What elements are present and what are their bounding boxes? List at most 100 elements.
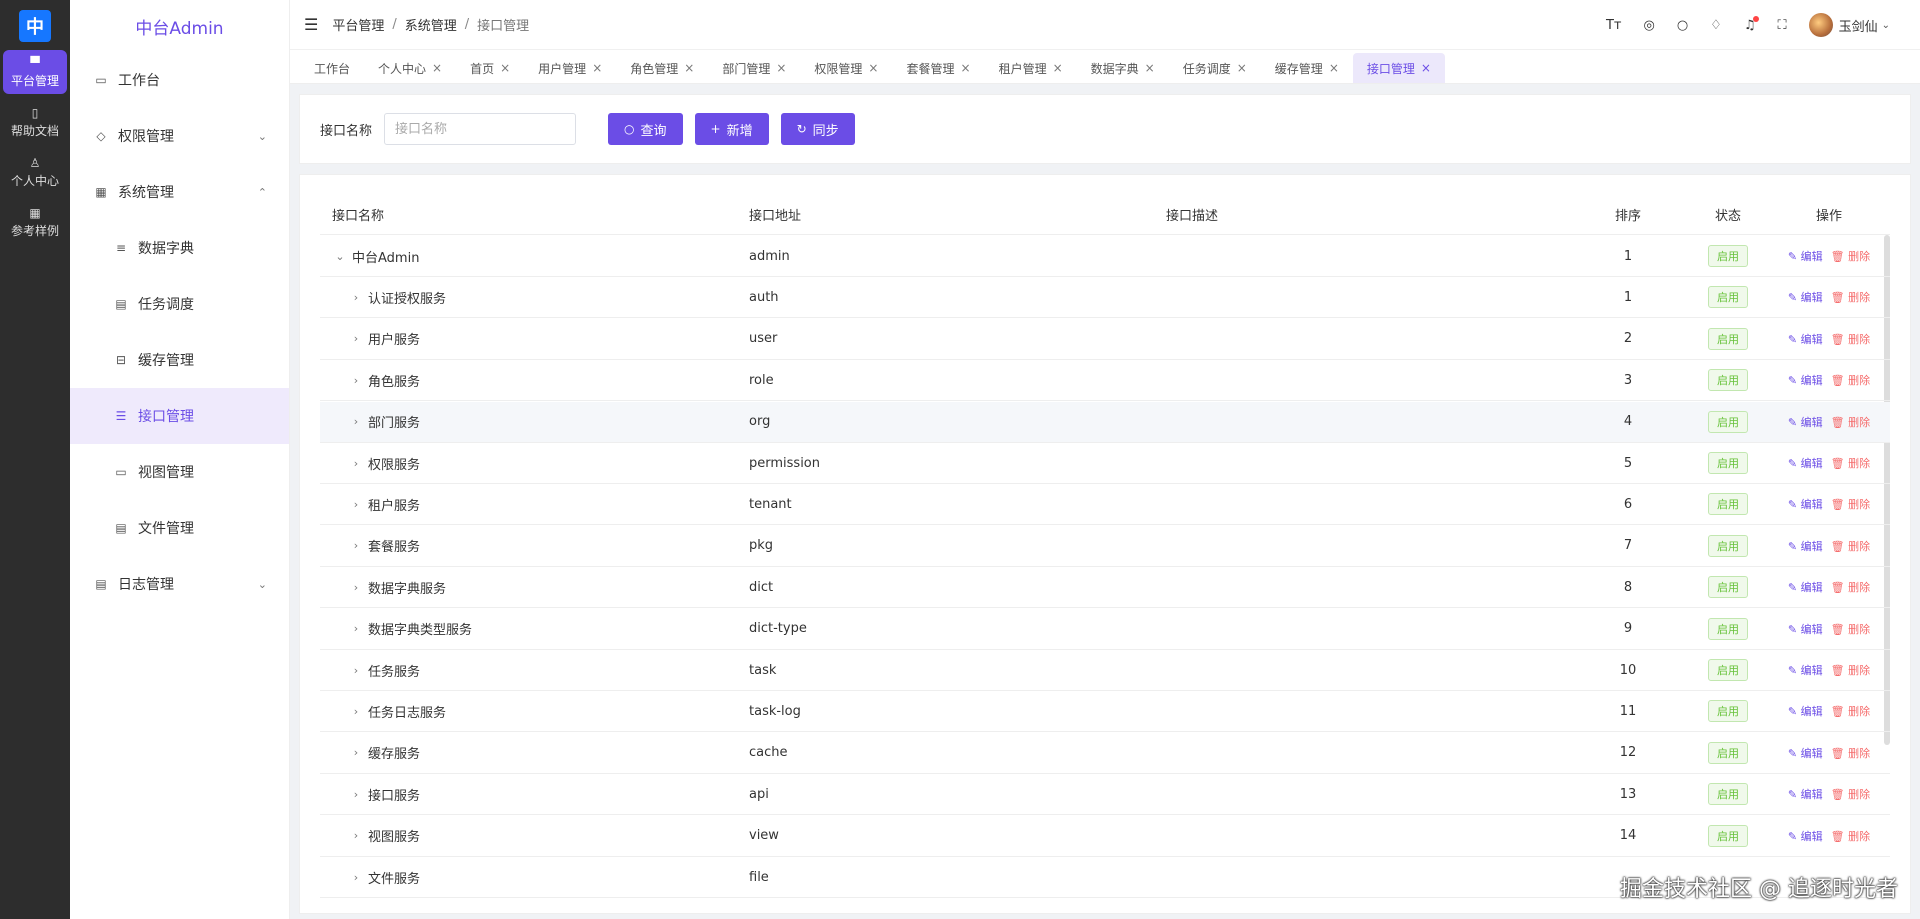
table-row[interactable]: › 缓存服务 cache 12 启用 ✎ 编辑 🗑 删除 [320,733,1890,774]
delete-button[interactable]: 🗑 删除 [1831,289,1870,305]
search-icon[interactable]: ○ [1677,18,1688,33]
shirt-icon[interactable]: ♢ [1710,18,1722,33]
edit-button[interactable]: ✎ 编辑 [1788,414,1823,430]
chevron-right-icon[interactable]: › [348,374,364,387]
bell-icon[interactable]: ♫ [1744,15,1760,33]
tab[interactable]: 首页 × [456,53,524,83]
edit-button[interactable]: ✎ 编辑 [1788,372,1823,388]
close-icon[interactable]: × [776,61,786,75]
delete-button[interactable]: 🗑 删除 [1831,372,1870,388]
font-size-icon[interactable]: Tт [1606,18,1622,33]
chevron-right-icon[interactable]: › [348,539,364,552]
edit-button[interactable]: ✎ 编辑 [1788,331,1823,347]
tab[interactable]: 接口管理 × [1352,53,1445,83]
table-row[interactable]: › 套餐服务 pkg 7 启用 ✎ 编辑 🗑 删除 [320,526,1890,567]
tab[interactable]: 用户管理 × [524,53,616,83]
close-icon[interactable]: × [1329,61,1339,75]
sidebar-title[interactable]: 中台Admin [70,0,289,52]
delete-button[interactable]: 🗑 删除 [1831,496,1870,512]
delete-button[interactable]: 🗑 删除 [1831,579,1870,595]
user-menu[interactable]: 玉剑仙 ⌄ [1808,13,1890,37]
tab[interactable]: 缓存管理 × [1261,53,1353,83]
table-row[interactable]: › 接口服务 api 13 启用 ✎ 编辑 🗑 删除 [320,774,1890,816]
edit-button[interactable]: ✎ 编辑 [1788,662,1823,678]
delete-button[interactable]: 🗑 删除 [1831,621,1870,637]
breadcrumb-item[interactable]: 系统管理 [405,15,457,34]
rail-item[interactable]: ▀ 平台管理 [3,50,67,94]
table-row[interactable]: › 任务日志服务 task-log 11 启用 ✎ 编辑 🗑 删除 [320,691,1890,733]
sidebar-item[interactable]: ▤ 文件管理 [70,500,289,556]
rail-item[interactable]: ▦ 参考样例 [3,200,67,244]
edit-button[interactable]: ✎ 编辑 [1788,579,1823,595]
app-logo[interactable]: 中 [19,10,51,42]
chevron-right-icon[interactable]: › [348,871,364,884]
edit-button[interactable]: ✎ 编辑 [1788,786,1823,802]
rail-item[interactable]: ♙ 个人中心 [3,150,67,194]
tab[interactable]: 任务调度 × [1169,53,1261,83]
tab[interactable]: 个人中心 × [364,53,456,83]
close-icon[interactable]: × [1421,61,1431,75]
edit-button[interactable]: ✎ 编辑 [1788,538,1823,554]
close-icon[interactable]: × [961,61,971,75]
tab[interactable]: 租户管理 × [985,53,1077,83]
chevron-right-icon[interactable]: › [348,746,364,759]
table-row[interactable]: › 用户服务 user 2 启用 ✎ 编辑 🗑 删除 [320,319,1890,360]
chevron-right-icon[interactable]: › [348,622,364,635]
chevron-right-icon[interactable]: › [348,291,364,304]
chevron-right-icon[interactable]: › [348,705,364,718]
delete-button[interactable]: 🗑 删除 [1831,703,1870,719]
delete-button[interactable]: 🗑 删除 [1831,538,1870,554]
chevron-right-icon[interactable]: › [348,457,364,470]
delete-button[interactable]: 🗑 删除 [1831,331,1870,347]
edit-button[interactable]: ✎ 编辑 [1788,248,1823,264]
close-icon[interactable]: × [500,61,510,75]
sidebar-item[interactable]: ▤ 任务调度 [70,276,289,332]
edit-button[interactable]: ✎ 编辑 [1788,621,1823,637]
table-row[interactable]: › 部门服务 org 4 启用 ✎ 编辑 🗑 删除 [320,401,1890,443]
sidebar-item[interactable]: ▭ 工作台 [70,52,289,108]
add-button[interactable]: + 新增 [694,113,769,145]
sync-button[interactable]: ↻ 同步 [780,113,855,145]
table-row[interactable]: › 数据字典类型服务 dict-type 9 启用 ✎ 编辑 🗑 删除 [320,609,1890,650]
delete-button[interactable]: 🗑 删除 [1831,248,1870,264]
chevron-right-icon[interactable]: › [348,415,364,428]
chevron-down-icon[interactable]: ⌄ [332,250,348,263]
chevron-right-icon[interactable]: › [348,664,364,677]
query-button[interactable]: ○ 查询 [608,113,683,145]
close-icon[interactable]: × [868,61,878,75]
sidebar-item[interactable]: ▭ 视图管理 [70,444,289,500]
table-row[interactable]: › 权限服务 permission 5 启用 ✎ 编辑 🗑 删除 [320,443,1890,484]
close-icon[interactable]: × [1145,61,1155,75]
delete-button[interactable]: 🗑 删除 [1831,828,1870,844]
sidebar-item[interactable]: ⊟ 缓存管理 [70,332,289,388]
globe-icon[interactable]: ◎ [1643,18,1654,33]
table-row[interactable]: ⌄ 中台Admin admin 1 启用 ✎ 编辑 🗑 删除 [320,236,1890,277]
chevron-right-icon[interactable]: › [348,498,364,511]
edit-button[interactable]: ✎ 编辑 [1788,828,1823,844]
table-row[interactable]: › 数据字典服务 dict 8 启用 ✎ 编辑 🗑 删除 [320,567,1890,609]
close-icon[interactable]: × [684,61,694,75]
table-row[interactable]: › 视图服务 view 14 启用 ✎ 编辑 🗑 删除 [320,816,1890,857]
table-row[interactable]: › 角色服务 role 3 启用 ✎ 编辑 🗑 删除 [320,360,1890,402]
edit-button[interactable]: ✎ 编辑 [1788,703,1823,719]
close-icon[interactable]: × [1237,61,1247,75]
chevron-right-icon[interactable]: › [348,332,364,345]
close-icon[interactable]: × [432,61,442,75]
menu-toggle-icon[interactable]: ☰ [304,15,318,34]
chevron-right-icon[interactable]: › [348,581,364,594]
tab[interactable]: 角色管理 × [616,53,708,83]
sidebar-item[interactable]: ☰ 接口管理 [70,388,289,444]
chevron-right-icon[interactable]: › [348,788,364,801]
table-row[interactable]: › 认证授权服务 auth 1 启用 ✎ 编辑 🗑 删除 [320,277,1890,319]
table-row[interactable]: › 任务服务 task 10 启用 ✎ 编辑 🗑 删除 [320,650,1890,691]
tab[interactable]: 权限管理 × [800,53,892,83]
delete-button[interactable]: 🗑 删除 [1831,786,1870,802]
sidebar-item[interactable]: ◇ 权限管理 ⌄ [70,108,289,164]
tab[interactable]: 套餐管理 × [892,53,984,83]
search-input[interactable] [384,113,577,145]
tab[interactable]: 数据字典 × [1077,53,1169,83]
table-row[interactable]: › 租户服务 tenant 6 启用 ✎ 编辑 🗑 删除 [320,484,1890,526]
edit-button[interactable]: ✎ 编辑 [1788,289,1823,305]
close-icon[interactable]: × [1053,61,1063,75]
breadcrumb-item[interactable]: 平台管理 [332,15,384,34]
